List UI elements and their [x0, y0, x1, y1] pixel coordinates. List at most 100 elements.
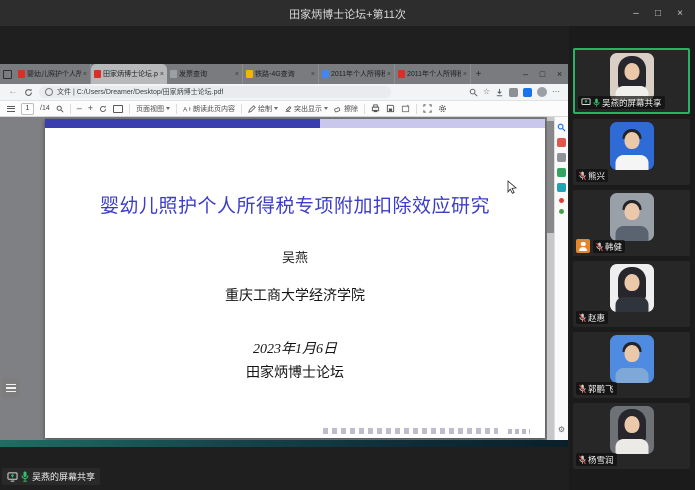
highlight-button[interactable]: 突出显示 [284, 104, 328, 114]
save-as-icon[interactable] [401, 104, 410, 113]
browser-tab-6[interactable]: 2011年个人所得税改革的 × [395, 64, 471, 84]
read-aloud-button[interactable]: A 朗读此页内容 [183, 104, 235, 114]
sharing-status-chip: 吴燕的屏幕共享 [2, 468, 100, 485]
page-favicon [246, 70, 253, 78]
avatar [610, 264, 654, 312]
pdf-favicon [18, 70, 25, 78]
minimize-button[interactable]: – [625, 0, 647, 26]
new-tab-button[interactable]: + [471, 64, 486, 84]
fullscreen-icon[interactable] [423, 104, 432, 113]
scrollbar-thumb[interactable] [547, 121, 554, 233]
maximize-button[interactable]: □ [647, 0, 669, 26]
search-icon[interactable] [469, 88, 478, 97]
tab-close-icon[interactable]: × [463, 71, 467, 78]
sidebar-extension-icon[interactable] [559, 209, 564, 214]
meeting-title: 田家炳博士论坛+第11次 [0, 6, 695, 22]
eraser-icon [334, 105, 342, 113]
tab-label: 2011年个人所得税改革的 [331, 69, 385, 79]
participant-name: 吴燕的屏幕共享 [602, 97, 662, 109]
download-icon[interactable] [495, 88, 504, 97]
participant-name-chip: 韩健 [593, 240, 625, 253]
find-in-document-icon[interactable] [56, 105, 64, 113]
pdf-scrollbar[interactable] [547, 117, 554, 440]
bookmark-star-icon[interactable]: ☆ [483, 88, 490, 96]
zoom-out-button[interactable]: – [77, 104, 82, 113]
chevron-down-icon [274, 107, 278, 110]
participant-name-chip: 郭鹏飞 [576, 382, 617, 395]
sidebar-extension-icon[interactable] [559, 198, 564, 203]
address-input[interactable]: 文件 | C:/Users/Dreamer/Desktop/田家炳博士论坛.pd… [39, 86, 391, 98]
tab-label: 2011年个人所得税改革的 [407, 69, 461, 79]
shared-desktop-taskbar-strip [0, 440, 568, 447]
sidebar-extension-icon[interactable] [557, 138, 566, 147]
browser-tab-5[interactable]: 2011年个人所得税改革的 × [319, 64, 395, 84]
participant-tile[interactable]: 郭鹏飞 [573, 332, 690, 398]
participant-tile[interactable]: 杨雪润 [573, 403, 690, 469]
tab-search-icon [3, 70, 12, 79]
rotate-icon[interactable] [99, 105, 107, 113]
mouse-cursor [507, 180, 518, 194]
extensions-icon[interactable] [509, 88, 518, 97]
browser-maximize-button[interactable]: □ [534, 64, 551, 84]
avatar [610, 53, 654, 101]
participant-tile[interactable]: 熊兴 [573, 119, 690, 185]
browser-close-button[interactable]: × [551, 64, 568, 84]
sidebar-extension-icon[interactable] [557, 153, 566, 162]
draw-button[interactable]: 绘制 [248, 104, 278, 114]
participant-tile[interactable]: 赵惠 [573, 261, 690, 327]
print-icon[interactable] [371, 104, 380, 113]
browser-tab-1[interactable]: 婴幼儿照护个人所得税影响 × [15, 64, 91, 84]
participant-name: 郭鹏飞 [588, 383, 614, 395]
microphone-muted-icon [579, 384, 586, 394]
back-icon[interactable]: ← [8, 87, 18, 97]
tab-close-icon[interactable]: × [160, 71, 164, 78]
tab-close-icon[interactable]: × [83, 71, 87, 78]
meeting-titlebar: 田家炳博士论坛+第11次 – □ × [0, 0, 695, 26]
close-button[interactable]: × [669, 0, 691, 26]
tab-close-icon[interactable]: × [235, 71, 239, 78]
pdf-page: 婴幼儿照护个人所得税专项附加扣除效应研究 吴燕 重庆工商大学经济学院 2023年… [45, 119, 545, 438]
microphone-muted-icon [579, 313, 586, 323]
screen-share-icon [7, 472, 18, 482]
page-view-button[interactable]: 页面视图 [136, 104, 170, 114]
browser-menu-icon[interactable]: ⋯ [552, 88, 560, 96]
tab-label: 田家炳博士论坛.pdf [103, 69, 158, 79]
participant-name-chip: 吴燕的屏幕共享 [578, 96, 665, 109]
meeting-window: 田家炳博士论坛+第11次 – □ × 婴幼儿照护个人所得税影响 × 田家炳博士论… [0, 0, 695, 490]
save-icon[interactable] [386, 104, 395, 113]
toc-icon[interactable] [7, 106, 15, 112]
page-favicon [322, 70, 329, 78]
refresh-icon[interactable] [24, 88, 33, 97]
browser-tab-4[interactable]: 铁路-4G查询 × [243, 64, 319, 84]
browser-minimize-button[interactable]: – [517, 64, 534, 84]
extension-icon[interactable] [523, 88, 532, 97]
sidebar-extension-icon[interactable] [557, 168, 566, 177]
highlighter-icon [284, 105, 292, 113]
svg-text:A: A [183, 106, 188, 113]
pdf-content-area: 婴幼儿照护个人所得税专项附加扣除效应研究 吴燕 重庆工商大学经济学院 2023年… [0, 117, 568, 440]
sidebar-extension-icon[interactable] [557, 183, 566, 192]
page-number-input[interactable]: 1 [21, 103, 34, 115]
tab-close-icon[interactable]: × [387, 71, 391, 78]
profile-avatar[interactable] [537, 87, 547, 97]
participant-tile[interactable]: 韩健 [573, 190, 690, 256]
sidebar-search-icon[interactable] [557, 123, 566, 132]
meeting-sidetool-button[interactable] [2, 378, 20, 398]
hand-raised-badge [576, 239, 590, 253]
page-favicon [170, 70, 177, 78]
chevron-down-icon [166, 107, 170, 110]
tab-actions-button[interactable] [0, 64, 15, 84]
sidebar-gear-icon[interactable]: ⚙ [558, 425, 565, 434]
browser-tab-3[interactable]: 发票查询 × [167, 64, 243, 84]
tab-close-icon[interactable]: × [311, 71, 315, 78]
info-icon[interactable] [45, 88, 53, 96]
settings-gear-icon[interactable] [438, 104, 447, 113]
browser-addressbar: ← 文件 | C:/Users/Dreamer/Desktop/田家炳博士论坛.… [0, 84, 568, 101]
participant-tile-sharer[interactable]: 吴燕的屏幕共享 [573, 48, 690, 114]
microphone-muted-icon [579, 171, 586, 181]
zoom-in-button[interactable]: + [88, 104, 93, 113]
fit-to-page-icon[interactable] [113, 105, 123, 113]
erase-button[interactable]: 擦除 [334, 104, 358, 114]
participant-name: 韩健 [605, 241, 622, 253]
browser-tab-2-active[interactable]: 田家炳博士论坛.pdf × [91, 64, 167, 84]
